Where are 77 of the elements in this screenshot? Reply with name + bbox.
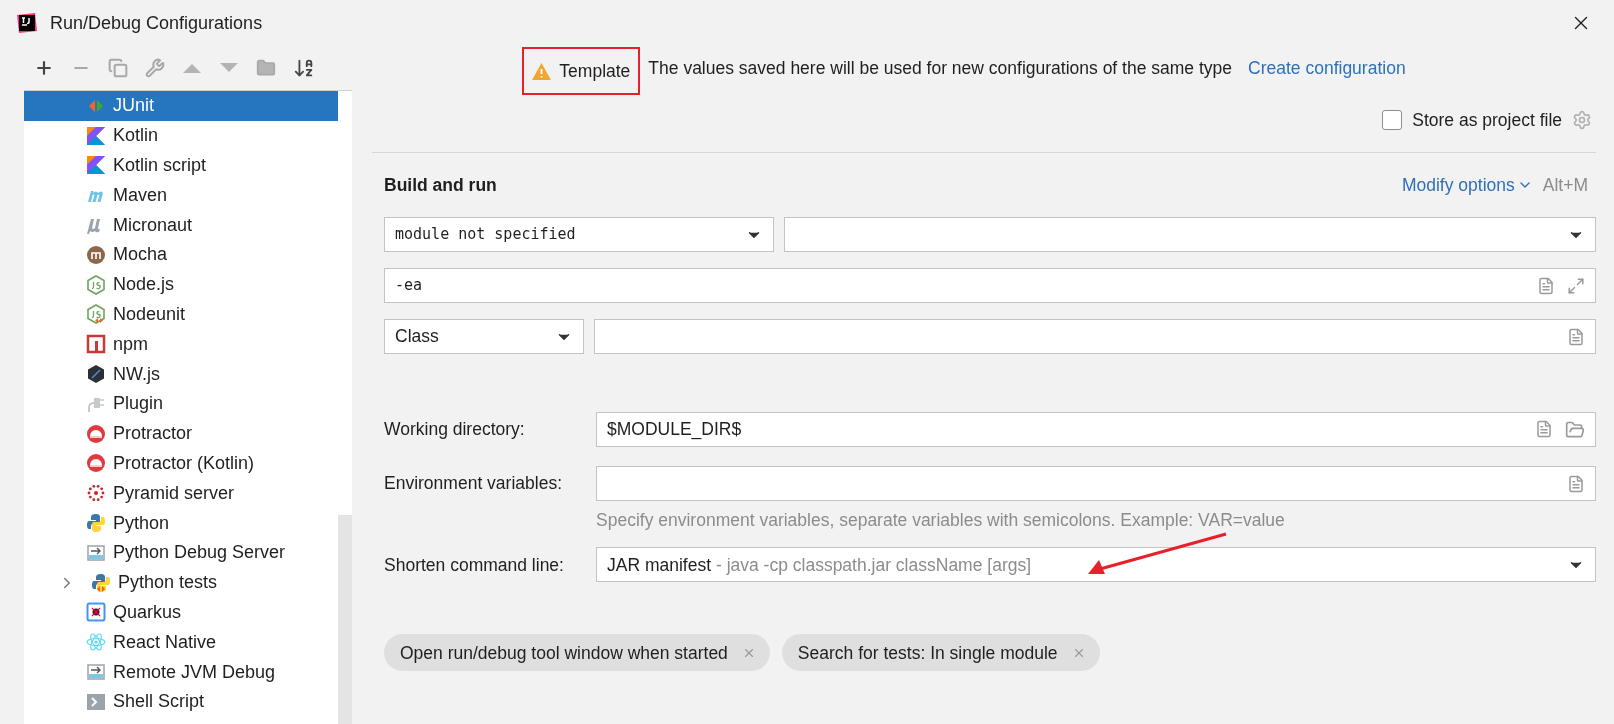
warning-icon: [532, 62, 552, 80]
option-chip[interactable]: Search for tests: In single module: [781, 634, 1100, 672]
test-kind-dropdown[interactable]: Class: [384, 319, 584, 354]
configuration-item[interactable]: Plugin: [24, 388, 338, 419]
configuration-item[interactable]: Mocha: [24, 240, 338, 270]
document-icon[interactable]: [1537, 276, 1555, 295]
field-label: Environment variables:: [384, 472, 563, 496]
modify-options-button[interactable]: Modify options: [1401, 171, 1533, 199]
app-logo-icon: [16, 12, 38, 34]
configuration-item[interactable]: Python tests: [24, 567, 338, 598]
hint-text: Specify environment variables, separate variables with semicolons. Example: VAR=value: [596, 509, 1286, 532]
letter-m-circle-icon: [86, 244, 106, 265]
option-chip[interactable]: Open run/debug tool window when started: [384, 634, 770, 672]
configuration-item[interactable]: React Native: [24, 627, 338, 658]
configuration-item[interactable]: Node.js: [24, 269, 338, 300]
add-button[interactable]: [34, 58, 54, 78]
configuration-item[interactable]: Python Debug Server: [24, 537, 338, 568]
atom-icon: [86, 632, 106, 653]
document-icon[interactable]: [1567, 327, 1585, 346]
field-label: Shorten command line:: [384, 553, 565, 577]
field-label: Working directory:: [384, 418, 526, 442]
move-down-button[interactable]: [219, 61, 239, 75]
window-title: Run/Debug Configurations: [50, 11, 263, 35]
copy-button[interactable]: [108, 58, 128, 78]
configuration-item[interactable]: Kotlin script: [24, 150, 338, 181]
module-dropdown[interactable]: module not specified: [384, 217, 774, 252]
new-folder-button[interactable]: [256, 58, 276, 78]
configuration-item[interactable]: JUnit: [24, 91, 338, 121]
section-title: Build and run: [384, 173, 497, 197]
document-icon[interactable]: [1535, 419, 1553, 438]
shortcut-hint: Alt+M: [1542, 173, 1588, 197]
wrench-button[interactable]: [145, 58, 165, 78]
environment-variables-field[interactable]: [596, 466, 1596, 501]
configuration-item[interactable]: Nodeunit: [24, 299, 338, 330]
configuration-item[interactable]: Kotlin: [24, 120, 338, 151]
configuration-item[interactable]: Maven: [24, 180, 338, 211]
notice-text: The values saved here will be used for new configurations of the same type: [648, 56, 1233, 80]
protractor-icon: [86, 453, 106, 474]
hexagon-js-icon: [86, 274, 106, 295]
hexagon-js-icon: [86, 304, 106, 325]
class-field[interactable]: [594, 319, 1596, 354]
configuration-item[interactable]: Python: [24, 508, 338, 538]
settings-icon[interactable]: [1572, 110, 1592, 130]
dotted-circle-icon: [86, 483, 106, 504]
protractor-icon: [86, 423, 106, 444]
scrollbar[interactable]: [338, 515, 352, 724]
store-checkbox[interactable]: [1382, 110, 1403, 130]
create-configuration-link[interactable]: Create configuration: [1248, 54, 1406, 82]
terminal-icon: [86, 691, 106, 712]
configuration-item[interactable]: Shell Script: [24, 686, 338, 717]
configuration-item[interactable]: Pyramid server: [24, 478, 338, 509]
vm-options-field[interactable]: -ea: [384, 268, 1596, 303]
working-directory-field[interactable]: $MODULE_DIR$: [596, 412, 1596, 447]
configuration-item[interactable]: npm: [24, 329, 338, 360]
configuration-item[interactable]: Quarkus: [24, 597, 338, 628]
remote-debug-icon: [86, 542, 106, 563]
move-up-button[interactable]: [182, 61, 202, 75]
configuration-item[interactable]: Micronaut: [24, 210, 338, 240]
remote-debug-icon: [86, 662, 106, 683]
configuration-item[interactable]: Remote JVM Debug: [24, 657, 338, 687]
kotlin-icon: [86, 155, 106, 176]
store-checkbox-label: Store as project file: [1412, 108, 1562, 132]
quarkus-icon: [86, 602, 106, 623]
expand-icon[interactable]: [1567, 276, 1585, 295]
square-icon: [86, 334, 106, 355]
sort-button[interactable]: [293, 57, 315, 79]
shorten-command-line-dropdown[interactable]: JAR manifest - java -cp classpath.jar className [args]: [596, 547, 1596, 583]
python-icon: [86, 513, 106, 534]
configuration-item[interactable]: Protractor (Kotlin): [24, 448, 338, 479]
kotlin-icon: [86, 125, 106, 146]
configuration-item[interactable]: NW.js: [24, 359, 338, 389]
template-label: Template: [559, 59, 631, 83]
hexagon-icon: [86, 364, 106, 385]
python-icon: [91, 572, 111, 593]
document-icon[interactable]: [1567, 474, 1585, 493]
folder-icon[interactable]: [1565, 419, 1585, 440]
configuration-item[interactable]: Protractor: [24, 418, 338, 449]
